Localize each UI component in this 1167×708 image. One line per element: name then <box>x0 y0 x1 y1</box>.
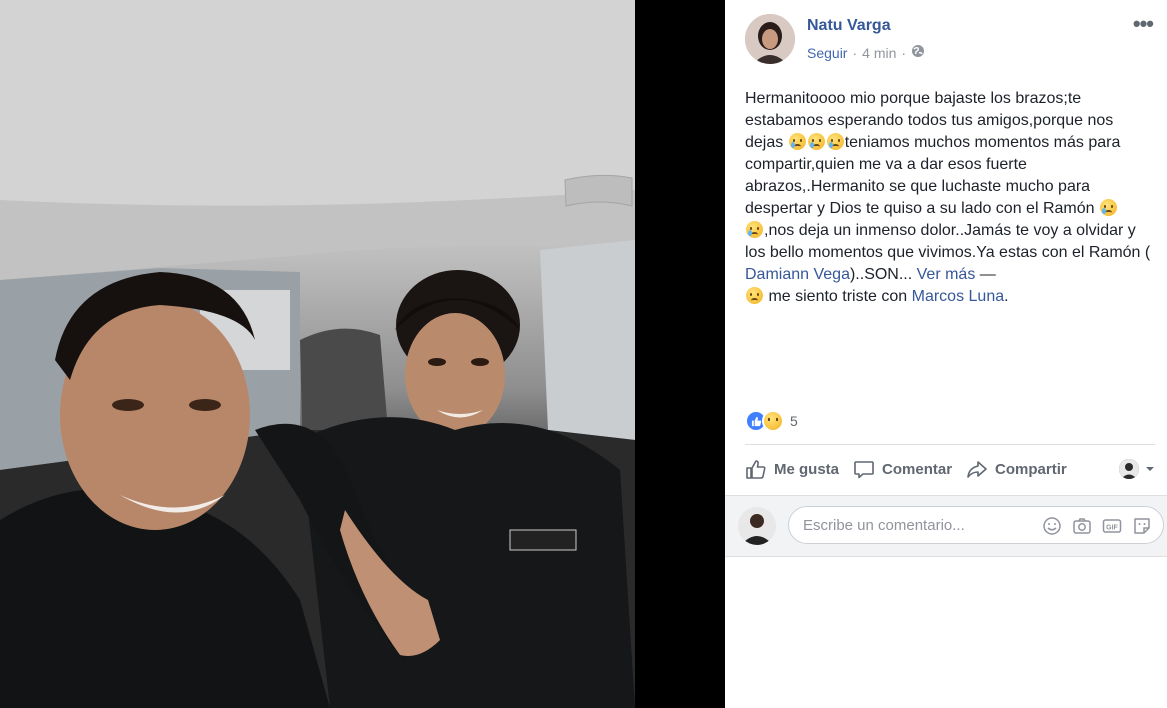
author-avatar[interactable] <box>745 14 795 64</box>
post-text-part3: ,nos deja un inmenso dolor..Jamás te voy… <box>745 222 1151 261</box>
like-button[interactable]: Me gusta <box>745 458 839 480</box>
globe-icon[interactable] <box>911 44 925 61</box>
comment-input[interactable] <box>801 516 1035 535</box>
post-text-end: . <box>1004 288 1009 305</box>
follow-link[interactable]: Seguir <box>807 45 847 61</box>
comment-composer: GIF <box>725 495 1167 557</box>
comment-button[interactable]: Comentar <box>853 458 952 480</box>
meta-separator: · <box>852 44 858 61</box>
crying-emoji-icon <box>807 133 825 150</box>
chevron-down-icon <box>1145 461 1155 478</box>
post-message: Hermanitoooo mio porque bajaste los braz… <box>745 88 1153 308</box>
commenter-avatar[interactable] <box>738 507 776 545</box>
comment-bubble-icon <box>853 458 875 480</box>
thumbs-up-icon <box>745 458 767 480</box>
author-name[interactable]: Natu Varga <box>807 17 891 35</box>
gif-icon[interactable]: GIF <box>1102 516 1122 536</box>
divider <box>745 444 1155 445</box>
share-arrow-icon <box>966 458 988 480</box>
crying-emoji-icon <box>826 133 844 150</box>
mini-avatar <box>1119 459 1139 479</box>
meta-separator-2: · <box>901 44 907 61</box>
comment-label: Comentar <box>882 460 953 478</box>
tagged-person-link[interactable]: Damiann Vega <box>745 266 850 283</box>
crying-emoji-icon <box>746 221 763 238</box>
post-text-part4: )..SON... <box>849 266 917 283</box>
feeling-text: me siento triste con <box>764 288 912 305</box>
emoji-icon[interactable] <box>1042 516 1062 536</box>
svg-text:GIF: GIF <box>1106 525 1118 532</box>
post-timestamp[interactable]: 4 min <box>862 45 896 61</box>
post-options-button[interactable]: ••• <box>1133 13 1154 35</box>
photo-illustration <box>0 0 635 708</box>
reaction-count[interactable]: 5 <box>790 413 798 429</box>
sad-reaction-icon <box>762 410 784 432</box>
post-text-dash: — <box>975 266 996 283</box>
sad-feeling-icon <box>746 287 763 304</box>
like-label: Me gusta <box>774 460 840 478</box>
share-label: Compartir <box>995 460 1067 478</box>
post-panel: Natu Varga Seguir · 4 min · ••• Hermanit… <box>725 0 1167 708</box>
photo-viewer <box>0 0 725 708</box>
identity-chooser[interactable] <box>1119 459 1155 479</box>
share-button[interactable]: Compartir <box>966 458 1067 480</box>
comment-box: GIF <box>788 506 1164 544</box>
crying-emoji-icon <box>1099 199 1117 216</box>
post-actions: Me gusta Comentar Compartir <box>745 452 1155 486</box>
post-meta: Seguir · 4 min · <box>807 44 925 61</box>
camera-icon[interactable] <box>1072 516 1092 536</box>
post-photo[interactable] <box>0 0 635 708</box>
with-person-link[interactable]: Marcos Luna <box>912 288 1005 305</box>
sticker-icon[interactable] <box>1132 516 1152 536</box>
reactions-summary[interactable]: 5 <box>745 410 798 432</box>
crying-emoji-icon <box>788 133 806 150</box>
see-more-link[interactable]: Ver más <box>917 266 976 283</box>
